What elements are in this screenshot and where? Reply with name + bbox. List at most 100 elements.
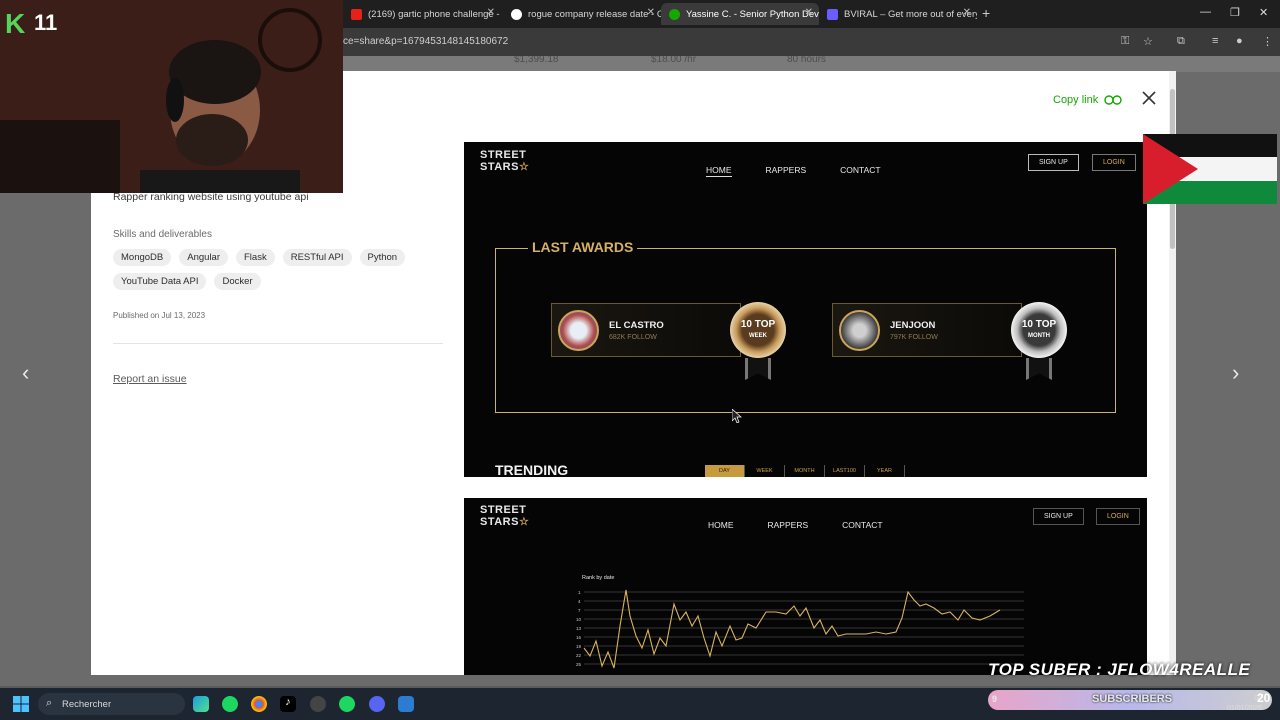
award-followers: 682K FOLLOW (609, 334, 657, 341)
skill-chip[interactable]: RESTful API (282, 249, 352, 266)
taskbar-clock[interactable]: 04 20 01/01/2026 (1227, 692, 1270, 714)
skill-chip[interactable]: Flask (236, 249, 275, 266)
divider (113, 343, 443, 344)
edge-icon[interactable] (193, 696, 209, 712)
youtube-icon (351, 8, 362, 20)
award-name: JENJOON (890, 320, 936, 331)
login-button[interactable]: LOGIN (1096, 508, 1140, 525)
avatar (839, 310, 880, 351)
report-issue-link[interactable]: Report an issue (113, 373, 187, 385)
kick-viewer-count: 11 (34, 10, 58, 35)
tab-label: BVIRAL – Get more out of every (844, 8, 977, 20)
chart-title: Rank by date (582, 575, 615, 581)
filter-day[interactable]: DAY (705, 465, 745, 477)
next-arrow-icon[interactable]: › (1232, 360, 1239, 386)
nav-home[interactable]: HOME (708, 520, 734, 530)
tab-label: Yassine C. - Senior Python Devel (686, 8, 819, 20)
nav-contact[interactable]: CONTACT (842, 520, 882, 530)
bookmark-star-icon[interactable]: ☆ (1143, 35, 1153, 48)
spotify-icon[interactable] (222, 696, 238, 712)
nav-rappers[interactable]: RAPPERS (768, 520, 809, 530)
y-tick: 19 (576, 644, 582, 649)
reading-list-icon[interactable]: ≡ (1212, 35, 1218, 47)
filter-year[interactable]: YEAR (865, 465, 905, 477)
search-placeholder: Rechercher (62, 698, 112, 710)
taskbar-search[interactable]: ⌕ Rechercher (38, 693, 185, 715)
skill-chip[interactable]: Python (359, 249, 406, 266)
subscribers-count: 9 (992, 694, 998, 704)
copy-link-label: Copy link (1053, 94, 1099, 106)
clock-minutes: 20 (1257, 691, 1271, 705)
new-tab-button[interactable]: + (982, 5, 990, 21)
close-window-icon[interactable]: ✕ (1259, 6, 1268, 19)
mouse-cursor-icon (732, 409, 742, 423)
tiktok-icon[interactable]: ♪ (280, 696, 296, 712)
restore-icon[interactable]: ❐ (1230, 6, 1240, 19)
close-modal-icon[interactable] (1140, 89, 1158, 107)
logo-line-2: STARS☆ (480, 161, 529, 173)
trending-heading: TRENDING (495, 462, 569, 477)
login-button[interactable]: LOGIN (1092, 154, 1136, 171)
windows-start-icon[interactable] (13, 696, 29, 712)
y-tick: 4 (578, 599, 581, 604)
y-tick: 1 (578, 590, 581, 595)
copy-link-button[interactable]: Copy link (1053, 94, 1122, 106)
skill-chip[interactable]: Angular (179, 249, 228, 266)
award-followers: 797K FOLLOW (890, 334, 938, 341)
browser-tab-upwork[interactable]: Yassine C. - Senior Python Devel ✕ (661, 3, 819, 25)
browser-tab-youtube[interactable]: (2169) gartic phone challenge - ( ✕ (343, 3, 501, 25)
close-icon[interactable]: ✕ (647, 7, 655, 18)
browser-tab-google[interactable]: rogue company release date - G ✕ (503, 3, 661, 25)
upwork-icon (669, 8, 680, 20)
discord-icon[interactable] (369, 696, 385, 712)
close-icon[interactable]: ✕ (805, 7, 813, 18)
y-tick: 10 (576, 617, 582, 622)
medal-line-2: WEEK (749, 332, 767, 339)
bviral-icon (827, 8, 838, 20)
skill-chip[interactable]: YouTube Data API (113, 273, 207, 290)
logo-line-1: STREET (480, 149, 527, 161)
minimize-icon[interactable]: — (1200, 6, 1211, 18)
screen: $1,399.18 $18.00 /hr 80 hours (2169) gar… (0, 0, 1280, 720)
medal-line-2: MONTH (1028, 332, 1050, 339)
logo-line-2-text: STARS (480, 516, 519, 528)
y-tick: 16 (576, 635, 582, 640)
previous-arrow-icon[interactable]: ‹ (22, 360, 29, 386)
skills-list: MongoDB Angular Flask RESTful API Python… (113, 249, 433, 290)
nav-rappers[interactable]: RAPPERS (766, 165, 807, 177)
key-icon[interactable]: ⚿ (1121, 35, 1129, 48)
tab-label: (2169) gartic phone challenge - ( (368, 8, 501, 20)
skills-heading: Skills and deliverables (113, 229, 212, 240)
nav-contact[interactable]: CONTACT (840, 165, 880, 177)
signup-button[interactable]: SIGN UP (1028, 154, 1079, 171)
filter-week[interactable]: WEEK (745, 465, 785, 477)
award-card-jenjoon[interactable]: JENJOON 797K FOLLOW (832, 303, 1022, 357)
signup-button[interactable]: SIGN UP (1033, 508, 1084, 525)
project-screenshot-chart[interactable]: STREET STARS☆ HOME RAPPERS CONTACT SIGN … (464, 498, 1147, 675)
filter-month[interactable]: MONTH (785, 465, 825, 477)
logo-line-1: STREET (480, 504, 527, 516)
trending-filters: DAY WEEK MONTH LAST100 YEAR (705, 465, 905, 477)
top-month-medal-icon: 10 TOP MONTH (1011, 302, 1067, 358)
filter-last100[interactable]: LAST100 (825, 465, 865, 477)
obs-icon[interactable] (310, 696, 326, 712)
kick-logo-icon: K (5, 8, 26, 39)
project-screenshot-awards[interactable]: STREET STARS☆ HOME RAPPERS CONTACT SIGN … (464, 142, 1147, 477)
spotify-icon-2[interactable] (339, 696, 355, 712)
menu-kebab-icon[interactable]: ⋮ (1262, 35, 1273, 48)
award-card-el-castro[interactable]: EL CASTRO 682K FOLLOW (551, 303, 741, 357)
close-icon[interactable]: ✕ (487, 7, 495, 18)
extensions-icon[interactable]: ⧉ (1177, 35, 1185, 48)
app-icon[interactable] (398, 696, 414, 712)
award-name: EL CASTRO (609, 320, 664, 331)
clock-date: 01/01/2026 (1227, 705, 1263, 712)
chrome-icon[interactable] (251, 696, 267, 712)
close-icon[interactable]: ✕ (963, 7, 971, 18)
profile-avatar-icon[interactable]: ● (1236, 35, 1243, 47)
site-nav: HOME RAPPERS CONTACT (708, 520, 883, 530)
url-field[interactable]: ce=share&p=1679453148145180672 (343, 36, 508, 47)
skill-chip[interactable]: MongoDB (113, 249, 172, 266)
browser-tab-bviral[interactable]: BVIRAL – Get more out of every ✕ (819, 3, 977, 25)
nav-home[interactable]: HOME (706, 165, 732, 177)
skill-chip[interactable]: Docker (214, 273, 261, 290)
